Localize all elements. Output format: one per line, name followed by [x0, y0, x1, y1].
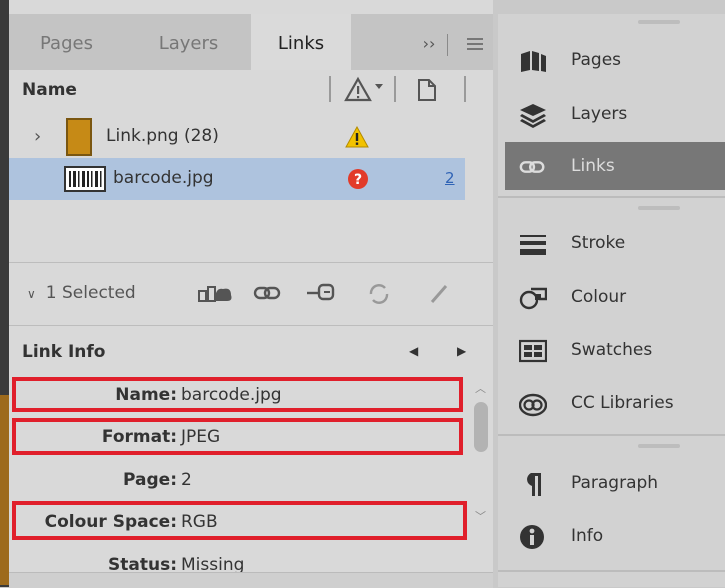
- dock-item-label: Colour: [571, 287, 627, 307]
- pages-icon: [521, 51, 546, 72]
- info-icon: [520, 525, 544, 549]
- status-column-icon[interactable]: [344, 76, 384, 104]
- dock-group-grip[interactable]: [638, 206, 680, 210]
- canvas-edge-content: [0, 395, 9, 585]
- go-to-link-icon[interactable]: [305, 281, 337, 305]
- tab-pages[interactable]: Pages: [9, 14, 124, 70]
- dock-item-label: Pages: [571, 50, 622, 70]
- link-info-header: Link Info ◀ ▶: [9, 325, 493, 374]
- link-controls-bar: ∨ 1 Selected: [9, 262, 493, 326]
- dock-item-label: Info: [571, 526, 604, 546]
- dock-item-label: Paragraph: [571, 473, 659, 493]
- dock-item-cc-libraries[interactable]: CC Libraries: [505, 379, 725, 427]
- tab-overflow-button[interactable]: ››: [399, 14, 459, 70]
- scroll-up-icon[interactable]: ︿: [475, 380, 486, 396]
- info-label: Page:: [123, 470, 177, 490]
- highlight-box-name: [12, 377, 463, 412]
- panel-bottom-edge: [9, 572, 493, 588]
- expand-chevron-icon[interactable]: ›: [34, 126, 41, 147]
- dock-item-label: Swatches: [571, 340, 653, 360]
- link-info-title: Link Info: [22, 342, 106, 362]
- dock-group-divider: [498, 196, 725, 198]
- dock-item-label: CC Libraries: [571, 393, 674, 413]
- dock-item-label: Links: [571, 156, 615, 176]
- link-row-barcode[interactable]: barcode.jpg ? 2: [9, 158, 465, 200]
- collapsed-panel-dock: Pages Layers Links Stroke Colour Swatche…: [498, 14, 725, 587]
- update-link-icon[interactable]: [366, 281, 392, 307]
- swatches-icon: [519, 339, 547, 363]
- column-divider: [394, 76, 396, 102]
- edit-original-icon[interactable]: [427, 281, 453, 307]
- link-file-name: Link.png (28): [106, 126, 219, 146]
- highlight-box-format: [12, 418, 463, 455]
- tab-bar-divider: [447, 34, 448, 56]
- dock-item-stroke[interactable]: Stroke: [505, 219, 725, 267]
- selection-count[interactable]: ∨ 1 Selected: [27, 283, 136, 303]
- colour-icon: [519, 287, 547, 310]
- scroll-down-icon[interactable]: ﹀: [475, 508, 486, 524]
- panel-tab-bar: Pages Layers Links ››: [9, 14, 493, 70]
- barcode-thumbnail-icon: [64, 166, 106, 192]
- dock-group-divider: [498, 434, 725, 436]
- scroll-thumb[interactable]: [474, 402, 488, 452]
- cc-libraries-icon: [519, 393, 547, 417]
- link-info-scrollbar[interactable]: ︿ ﹀: [471, 380, 491, 580]
- collapse-chevron-icon[interactable]: ∨: [27, 287, 36, 301]
- link-file-name: barcode.jpg: [113, 168, 214, 188]
- column-divider: [329, 76, 331, 102]
- column-header-name[interactable]: Name: [22, 80, 77, 100]
- dock-item-colour[interactable]: Colour: [505, 273, 725, 321]
- dock-group-grip[interactable]: [638, 444, 680, 448]
- dock-item-swatches[interactable]: Swatches: [505, 326, 725, 374]
- dock-item-label: Stroke: [571, 233, 626, 253]
- tab-layers[interactable]: Layers: [126, 14, 251, 70]
- dock-item-layers[interactable]: Layers: [505, 90, 725, 138]
- selection-count-label: 1 Selected: [45, 283, 136, 303]
- dock-item-paragraph[interactable]: Paragraph: [505, 459, 725, 507]
- warning-icon: [345, 126, 369, 148]
- paragraph-icon: [527, 473, 541, 496]
- dock-item-label: Layers: [571, 104, 628, 124]
- links-table-header: Name: [9, 70, 493, 112]
- links-icon: [519, 161, 545, 173]
- svg-text:?: ?: [354, 172, 362, 188]
- panel-menu-icon[interactable]: [459, 14, 493, 70]
- dock-item-info[interactable]: Info: [505, 512, 725, 560]
- missing-link-icon: ?: [348, 169, 368, 189]
- page-column-icon[interactable]: [416, 78, 438, 102]
- menu-line: [467, 48, 483, 50]
- dock-item-pages[interactable]: Pages: [505, 36, 725, 84]
- tab-links[interactable]: Links: [251, 14, 351, 70]
- next-link-icon[interactable]: ▶: [457, 344, 466, 358]
- cc-libraries-relink-icon[interactable]: [197, 281, 233, 305]
- canvas-edge: [0, 0, 9, 587]
- highlight-box-colour-space: [12, 501, 467, 540]
- info-row-page: Page: 2: [9, 460, 469, 500]
- dock-group-divider: [498, 570, 725, 572]
- previous-link-icon[interactable]: ◀: [409, 344, 418, 358]
- relink-icon[interactable]: [253, 281, 283, 305]
- dock-item-links[interactable]: Links: [505, 142, 725, 190]
- menu-line: [467, 43, 483, 45]
- layers-icon: [520, 104, 546, 128]
- dock-group-grip[interactable]: [638, 20, 680, 24]
- stroke-icon: [520, 235, 546, 255]
- link-page-number[interactable]: 2: [445, 169, 455, 187]
- linked-file-thumbnail: [66, 118, 92, 156]
- menu-line: [467, 38, 483, 40]
- column-divider: [464, 76, 466, 102]
- links-panel: Pages Layers Links ›› Name › Link.png (2…: [0, 0, 493, 588]
- info-value: 2: [181, 470, 192, 490]
- link-row-link-png[interactable]: › Link.png (28): [9, 116, 469, 158]
- links-list-empty-area: [9, 200, 493, 262]
